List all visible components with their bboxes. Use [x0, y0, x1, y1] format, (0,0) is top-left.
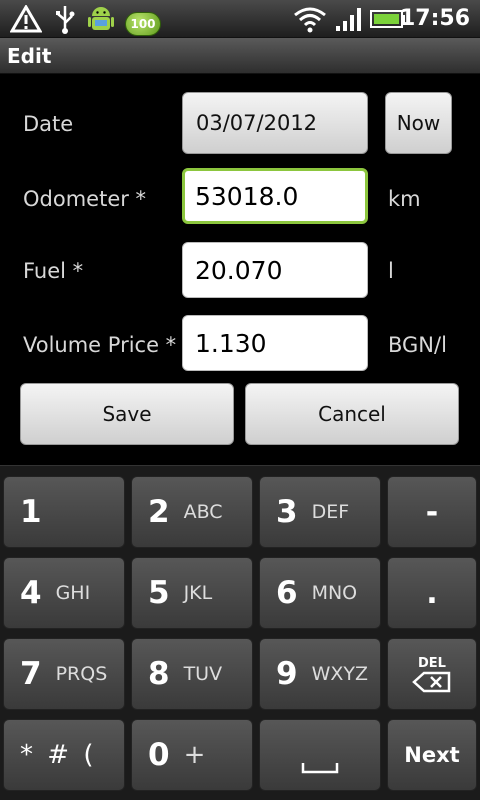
key-3-letters: DEF	[311, 501, 350, 523]
backspace-icon	[412, 671, 451, 692]
key-7-number: 7	[20, 656, 42, 692]
key-9-number: 9	[276, 656, 298, 692]
next-label: Next	[404, 743, 460, 767]
key-0-number: 0	[148, 737, 170, 773]
key-dash[interactable]: -	[387, 476, 477, 548]
date-picker-button[interactable]: 03/07/2012	[182, 92, 368, 154]
status-bar: 100 17:56	[0, 0, 480, 38]
key-9-letters: WXYZ	[311, 663, 369, 685]
odometer-label: Odometer *	[23, 187, 147, 211]
now-button[interactable]: Now	[385, 92, 452, 154]
key-1-number: 1	[20, 494, 42, 530]
key-8-letters: TUV	[183, 663, 223, 685]
key-3-number: 3	[276, 494, 298, 530]
key-symbols-label: * # (	[20, 740, 97, 770]
battery-badge: 100	[125, 12, 161, 36]
date-label: Date	[23, 112, 74, 136]
key-dot[interactable]: .	[387, 557, 477, 629]
key-9[interactable]: 9 WXYZ	[259, 638, 381, 710]
next-button[interactable]: Next	[387, 719, 477, 791]
key-delete-label: DEL	[418, 655, 446, 671]
key-8-number: 8	[148, 656, 170, 692]
key-space[interactable]	[259, 719, 381, 791]
volume-price-label: Volume Price *	[23, 333, 177, 357]
key-2-number: 2	[148, 494, 170, 530]
key-5-letters: JKL	[183, 582, 213, 604]
key-8[interactable]: 8 TUV	[131, 638, 253, 710]
volume-price-input[interactable]: 1.130	[182, 315, 368, 371]
fuel-input[interactable]: 20.070	[182, 242, 368, 298]
key-dash-symbol: -	[425, 494, 439, 530]
numeric-keyboard: 1 2 ABC 3 DEF - 4 GHI 5 JKL 6 MNO . 7 PR…	[0, 465, 480, 800]
volume-price-unit: BGN/l	[388, 333, 447, 357]
key-7-letters: PRQS	[55, 663, 108, 685]
title-bar: Edit	[0, 38, 480, 74]
key-5[interactable]: 5 JKL	[131, 557, 253, 629]
key-4-number: 4	[20, 575, 42, 611]
key-6-number: 6	[276, 575, 298, 611]
key-7[interactable]: 7 PRQS	[3, 638, 125, 710]
space-icon	[301, 763, 339, 774]
key-2[interactable]: 2 ABC	[131, 476, 253, 548]
key-4-letters: GHI	[55, 582, 91, 604]
key-symbols[interactable]: * # (	[3, 719, 125, 791]
usb-icon	[50, 4, 80, 34]
signal-icon	[334, 4, 364, 34]
wifi-icon	[292, 4, 328, 34]
key-0[interactable]: 0 +	[131, 719, 253, 791]
key-6-letters: MNO	[311, 582, 358, 604]
cancel-button[interactable]: Cancel	[245, 383, 459, 445]
key-delete[interactable]: DEL	[387, 638, 477, 710]
key-4[interactable]: 4 GHI	[3, 557, 125, 629]
key-0-plus: +	[183, 740, 206, 770]
page-title: Edit	[7, 44, 52, 68]
status-time: 17:56	[399, 6, 470, 31]
key-dot-symbol: .	[426, 575, 438, 611]
warning-icon	[8, 4, 44, 34]
key-1[interactable]: 1	[3, 476, 125, 548]
fuel-label: Fuel *	[23, 259, 84, 283]
odometer-unit: km	[388, 187, 421, 211]
key-5-number: 5	[148, 575, 170, 611]
key-3[interactable]: 3 DEF	[259, 476, 381, 548]
key-2-letters: ABC	[183, 501, 223, 523]
save-button[interactable]: Save	[20, 383, 234, 445]
key-6[interactable]: 6 MNO	[259, 557, 381, 629]
android-icon	[84, 4, 118, 34]
odometer-input[interactable]: 53018.0	[182, 168, 368, 224]
fuel-unit: l	[388, 259, 394, 283]
